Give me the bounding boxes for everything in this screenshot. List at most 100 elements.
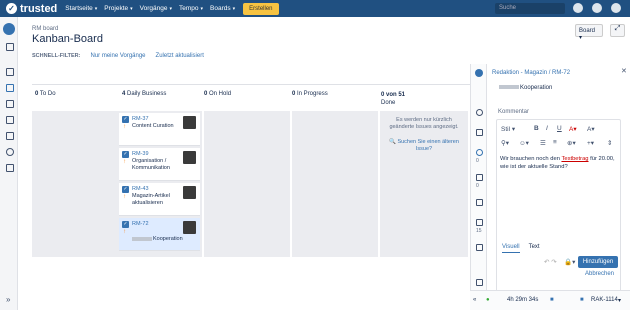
underline-icon[interactable]: U bbox=[557, 125, 562, 132]
releases-icon[interactable] bbox=[6, 100, 14, 108]
issue-summary: Kooperation bbox=[132, 236, 184, 243]
comment-label: Kommentar bbox=[498, 109, 530, 115]
quickfilter-label: SCHNELL-FILTER: bbox=[32, 53, 81, 59]
style-dropdown[interactable]: Stil ▾ bbox=[501, 125, 515, 133]
issue-summary: Content Curation bbox=[132, 123, 174, 129]
column-header-done: 0 von 51 Done bbox=[381, 92, 406, 106]
issue-card[interactable]: ✓ RM-39 ↑ Organisation / Kommunikation bbox=[119, 148, 200, 181]
timer-play-icon[interactable]: ● bbox=[486, 297, 490, 303]
collapse-toolbar-icon[interactable]: ⇕ bbox=[607, 139, 612, 147]
checklist-icon[interactable] bbox=[476, 279, 483, 286]
search-input[interactable]: Suche bbox=[495, 3, 565, 14]
tab-text[interactable]: Text bbox=[529, 244, 540, 253]
assignee-avatar bbox=[183, 151, 196, 164]
issue-key[interactable]: RM-72 bbox=[132, 221, 149, 227]
stop-icon[interactable]: ■ bbox=[550, 297, 554, 303]
checkbox-icon: ✓ bbox=[122, 221, 129, 228]
top-navigation-bar: ✓ trusted Startseite ▾ Projekte ▾ Vorgänge ▾… bbox=[0, 0, 630, 17]
breadcrumb[interactable]: RM board bbox=[32, 26, 58, 32]
project-icon[interactable] bbox=[6, 43, 14, 51]
expand-sidebar-icon[interactable]: » bbox=[6, 295, 10, 304]
issue-breadcrumb[interactable]: Redaktion - Magazin / RM-72 bbox=[492, 70, 570, 76]
nav-boards[interactable]: Boards ▾ bbox=[210, 5, 235, 12]
tracked-issue-key[interactable]: RAK-1114 bbox=[591, 297, 618, 303]
italic-icon[interactable]: I bbox=[546, 125, 548, 132]
column-done bbox=[380, 111, 468, 257]
help-icon[interactable] bbox=[573, 3, 583, 13]
description-icon[interactable] bbox=[476, 129, 483, 136]
comment-text[interactable]: Wir brauchen noch den Testbetrag für 20.… bbox=[500, 156, 618, 171]
tracker-menu-icon[interactable]: ▾ bbox=[618, 297, 621, 304]
comments-icon[interactable] bbox=[476, 149, 483, 156]
issue-card-selected[interactable]: ✓ RM-72 ↑ Kooperation bbox=[119, 218, 200, 251]
issue-key[interactable]: RM-39 bbox=[132, 151, 149, 157]
board-icon[interactable] bbox=[6, 84, 14, 92]
avatar[interactable] bbox=[611, 3, 621, 13]
find-older-issue-link[interactable]: 🔍 Suchen Sie einen älteren Issue? bbox=[389, 139, 459, 153]
comment-count: 0 bbox=[476, 158, 479, 164]
board-main: RM board Kanban-Board SCHNELL-FILTER: Nu… bbox=[18, 17, 470, 310]
text-color-icon[interactable]: A▾ bbox=[569, 125, 577, 133]
page-title: Kanban-Board bbox=[32, 33, 103, 45]
column-header-todo: 0 To Do bbox=[35, 91, 56, 97]
undo-icon[interactable]: ↶ ↷ bbox=[544, 258, 557, 266]
attachment-count: 0 bbox=[476, 183, 479, 189]
mention-icon[interactable]: ⊕▾ bbox=[567, 139, 576, 147]
reports-icon[interactable] bbox=[6, 116, 14, 124]
assignee-avatar bbox=[183, 186, 196, 199]
quickfilter-recently-updated[interactable]: Zuletzt aktualisiert bbox=[156, 53, 204, 59]
bold-icon[interactable]: B bbox=[534, 125, 539, 132]
info-icon[interactable] bbox=[476, 109, 483, 116]
numbered-list-icon[interactable]: ≡ bbox=[553, 139, 557, 146]
subtasks-icon[interactable] bbox=[476, 199, 483, 206]
issue-key[interactable]: RM-37 bbox=[132, 116, 149, 122]
attachment-icon[interactable] bbox=[476, 174, 483, 181]
issues-icon[interactable] bbox=[6, 132, 14, 140]
backlog-icon[interactable] bbox=[6, 68, 14, 76]
checkbox-icon: ✓ bbox=[122, 151, 129, 158]
tab-visual[interactable]: Visuell bbox=[502, 244, 520, 253]
emoji-icon[interactable]: ☺▾ bbox=[519, 139, 529, 147]
worklog-icon[interactable] bbox=[476, 219, 483, 226]
priority-up-icon: ↑ bbox=[123, 124, 126, 130]
bullet-list-icon[interactable]: ☰ bbox=[540, 139, 546, 147]
project-sidebar: » bbox=[0, 17, 18, 310]
board-menu-button[interactable]: Board ▾ bbox=[575, 24, 603, 41]
column-header-on-hold: 0 On Hold bbox=[204, 91, 232, 97]
redacted-text bbox=[499, 85, 519, 90]
nav-vorgaenge[interactable]: Vorgänge ▾ bbox=[140, 5, 172, 12]
settings-icon[interactable] bbox=[592, 3, 602, 13]
cancel-link[interactable]: Abbrechen bbox=[585, 271, 614, 277]
watch-icon[interactable]: 🔒▾ bbox=[564, 258, 575, 266]
redacted-text bbox=[132, 236, 152, 241]
nav-projekte[interactable]: Projekte ▾ bbox=[104, 5, 132, 12]
priority-up-icon: ↑ bbox=[123, 194, 126, 200]
more-format-icon[interactable]: A▾ bbox=[587, 125, 595, 133]
column-todo bbox=[32, 111, 116, 257]
code-icon[interactable] bbox=[476, 244, 483, 251]
collapse-icon[interactable]: « bbox=[473, 297, 476, 303]
project-avatar bbox=[475, 69, 483, 77]
create-button[interactable]: Erstellen bbox=[243, 2, 279, 15]
insert-icon[interactable]: +▾ bbox=[587, 139, 594, 147]
issue-card[interactable]: ✓ RM-37 ↑ Content Curation bbox=[119, 113, 200, 146]
fullscreen-button[interactable]: ⤢ bbox=[610, 24, 625, 37]
assignee-avatar bbox=[183, 221, 196, 234]
quickfilter-my-issues[interactable]: Nur meine Vorgänge bbox=[90, 53, 145, 59]
column-in-progress bbox=[292, 111, 378, 257]
trusted-logo[interactable]: ✓ trusted bbox=[6, 3, 57, 15]
close-icon[interactable]: ✕ bbox=[621, 67, 627, 75]
priority-up-icon: ↑ bbox=[123, 229, 126, 235]
nav-tempo[interactable]: Tempo ▾ bbox=[179, 5, 203, 12]
issue-card[interactable]: ✓ RM-43 ↑ Magazin-Artikel aktualisieren bbox=[119, 183, 200, 216]
nav-startseite[interactable]: Startseite ▾ bbox=[65, 5, 97, 12]
project-avatar[interactable] bbox=[3, 23, 15, 35]
column-on-hold bbox=[204, 111, 290, 257]
components-icon[interactable] bbox=[6, 148, 14, 156]
issue-key[interactable]: RM-43 bbox=[132, 186, 149, 192]
done-empty-message: Es werden nur kürzlich geänderte Issues … bbox=[389, 117, 459, 130]
tracker-footer: « ● 4h 29m 34s ■ ■ RAK-1114 ▾ bbox=[470, 290, 630, 310]
link-icon[interactable]: ⚲▾ bbox=[501, 139, 509, 147]
add-item-icon[interactable] bbox=[6, 164, 14, 172]
add-comment-button[interactable]: Hinzufügen bbox=[578, 256, 618, 268]
